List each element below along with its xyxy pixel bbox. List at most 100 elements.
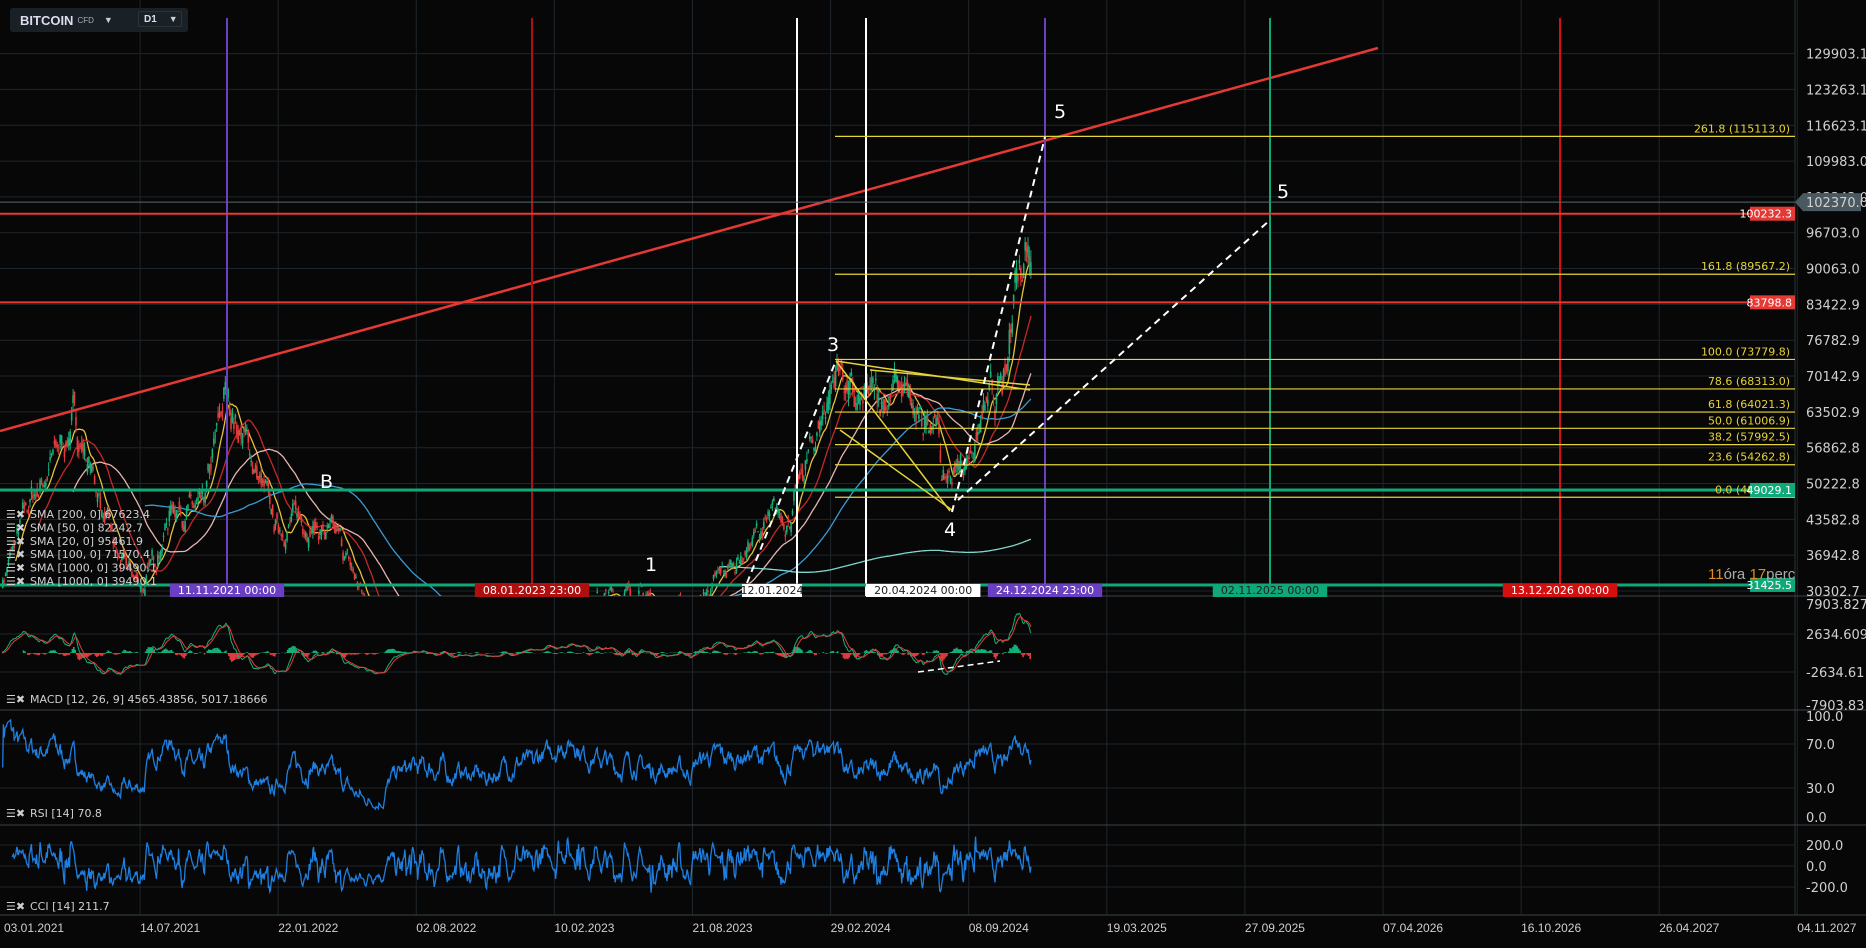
macd-histogram-bar xyxy=(229,653,232,660)
candle-body xyxy=(623,592,626,596)
candle-body xyxy=(932,423,935,428)
macd-histogram-bar xyxy=(515,652,517,653)
macd-histogram-bar xyxy=(355,653,358,655)
date-axis-label: 07.04.2026 xyxy=(1383,921,1443,935)
candle-body xyxy=(470,660,472,661)
legend-settings-icon[interactable]: ☰✖ xyxy=(6,575,25,588)
macd-histogram-bar xyxy=(78,653,81,661)
candle-body xyxy=(55,440,57,447)
candle-body xyxy=(57,450,60,452)
candle-body xyxy=(915,413,917,422)
macd-histogram-bar xyxy=(373,653,375,655)
candle-body xyxy=(610,587,613,590)
candle-body xyxy=(330,515,333,519)
candle-body xyxy=(157,554,159,566)
macd-histogram-bar xyxy=(815,653,818,655)
candle-body xyxy=(538,655,540,656)
symbol-name[interactable]: BITCOIN xyxy=(20,13,73,28)
macd-histogram-bar xyxy=(209,649,212,653)
candle-body xyxy=(827,397,830,410)
candle-body xyxy=(43,485,46,487)
candle-body xyxy=(438,645,440,646)
macd-histogram-bar xyxy=(888,651,891,653)
macd-histogram-bar xyxy=(579,653,582,654)
macd-histogram-bar xyxy=(134,652,137,653)
candle-body xyxy=(497,668,499,670)
sma-legend: ☰✖ SMA [200, 0] 67623.4 ☰✖ SMA [50, 0] 8224… xyxy=(6,508,157,588)
trend-line[interactable] xyxy=(0,46,1379,433)
macd-histogram-bar xyxy=(251,653,253,658)
candle-body xyxy=(938,420,940,434)
macd-histogram-bar xyxy=(941,653,944,662)
macd-histogram-bar xyxy=(117,653,120,655)
macd-histogram-bar xyxy=(768,652,770,653)
price-axis-label: 63502.9 xyxy=(1806,406,1860,421)
wave-label-b: B xyxy=(320,471,333,493)
macd-histogram-bar xyxy=(317,652,319,653)
macd-histogram-bar xyxy=(811,651,813,653)
candle-body xyxy=(86,463,89,473)
macd-histogram-bar xyxy=(992,653,994,654)
candle-body xyxy=(709,591,712,596)
macd-histogram-bar xyxy=(98,653,101,655)
macd-histogram-bar xyxy=(938,653,941,655)
legend-settings-icon[interactable]: ☰✖ xyxy=(6,508,25,521)
legend-settings-icon[interactable]: ☰✖ xyxy=(6,693,25,706)
fib-level-label: 23.6 (54262.8) xyxy=(1708,451,1790,464)
candle-body xyxy=(783,524,785,530)
macd-histogram-bar xyxy=(979,649,981,653)
candle-body xyxy=(777,509,779,513)
legend-settings-icon[interactable]: ☰✖ xyxy=(6,562,25,575)
candle-body xyxy=(808,436,811,440)
candle-body xyxy=(742,558,745,560)
legend-settings-icon[interactable]: ☰✖ xyxy=(6,521,25,534)
candle-body xyxy=(362,592,364,594)
timeframe-select[interactable]: D1 ▼ xyxy=(138,11,182,27)
macd-histogram-bar xyxy=(801,649,803,653)
candle-body xyxy=(353,574,356,580)
candle-body xyxy=(141,588,143,593)
sma-legend-item: SMA [20, 0] 95461.9 xyxy=(30,535,143,548)
symbol-selector[interactable]: BITCOIN CFD ▼ D1 ▼ xyxy=(10,8,188,32)
macd-histogram-bar xyxy=(709,653,711,654)
candle-body xyxy=(1018,260,1021,264)
macd-histogram-bar xyxy=(394,650,397,653)
drawing-tools[interactable] xyxy=(0,18,1795,596)
legend-settings-icon[interactable]: ☰✖ xyxy=(6,807,25,820)
macd-histogram-bar xyxy=(1023,653,1026,656)
legend-settings-icon[interactable]: ☰✖ xyxy=(6,900,25,913)
legend-settings-icon[interactable]: ☰✖ xyxy=(6,548,25,561)
macd-histogram-bar xyxy=(307,653,309,657)
candle-body xyxy=(266,481,268,484)
macd-histogram-bar xyxy=(157,652,160,653)
macd-histogram-bar xyxy=(164,648,167,653)
date-axis-label: 16.10.2026 xyxy=(1521,921,1581,935)
chevron-down-icon[interactable]: ▼ xyxy=(104,15,113,25)
candle-body xyxy=(417,642,419,646)
macd-histogram-bar xyxy=(103,653,105,655)
macd-histogram-bar xyxy=(45,653,48,654)
wave-dashed-line[interactable] xyxy=(746,362,836,584)
candle-body xyxy=(403,644,405,645)
candle-body xyxy=(684,610,686,613)
macd-histogram-bar xyxy=(87,653,89,657)
macd-histogram-bar xyxy=(275,653,278,654)
candle-body xyxy=(248,453,251,456)
macd-histogram-bar xyxy=(285,652,288,653)
candle-body xyxy=(1015,268,1018,284)
candle-body xyxy=(906,380,909,395)
legend-settings-icon[interactable]: ☰✖ xyxy=(6,535,25,548)
candle-body xyxy=(335,525,337,534)
macd-histogram-bar xyxy=(847,653,849,660)
price-chart[interactable]: 129903.1123263.1116623.1109983.0103343.0… xyxy=(0,0,1866,948)
macd-histogram-bar xyxy=(271,653,273,655)
macd-divergence-line[interactable] xyxy=(917,660,1001,673)
candle-body xyxy=(289,522,291,524)
candle-body xyxy=(350,566,353,568)
chevron-down-icon[interactable]: ▼ xyxy=(169,14,178,24)
candle-body xyxy=(294,500,297,509)
candle-body xyxy=(200,494,202,499)
candle-body xyxy=(326,526,329,528)
candle-body xyxy=(594,602,596,608)
fib-level-label: 61.8 (64021.3) xyxy=(1708,398,1790,411)
